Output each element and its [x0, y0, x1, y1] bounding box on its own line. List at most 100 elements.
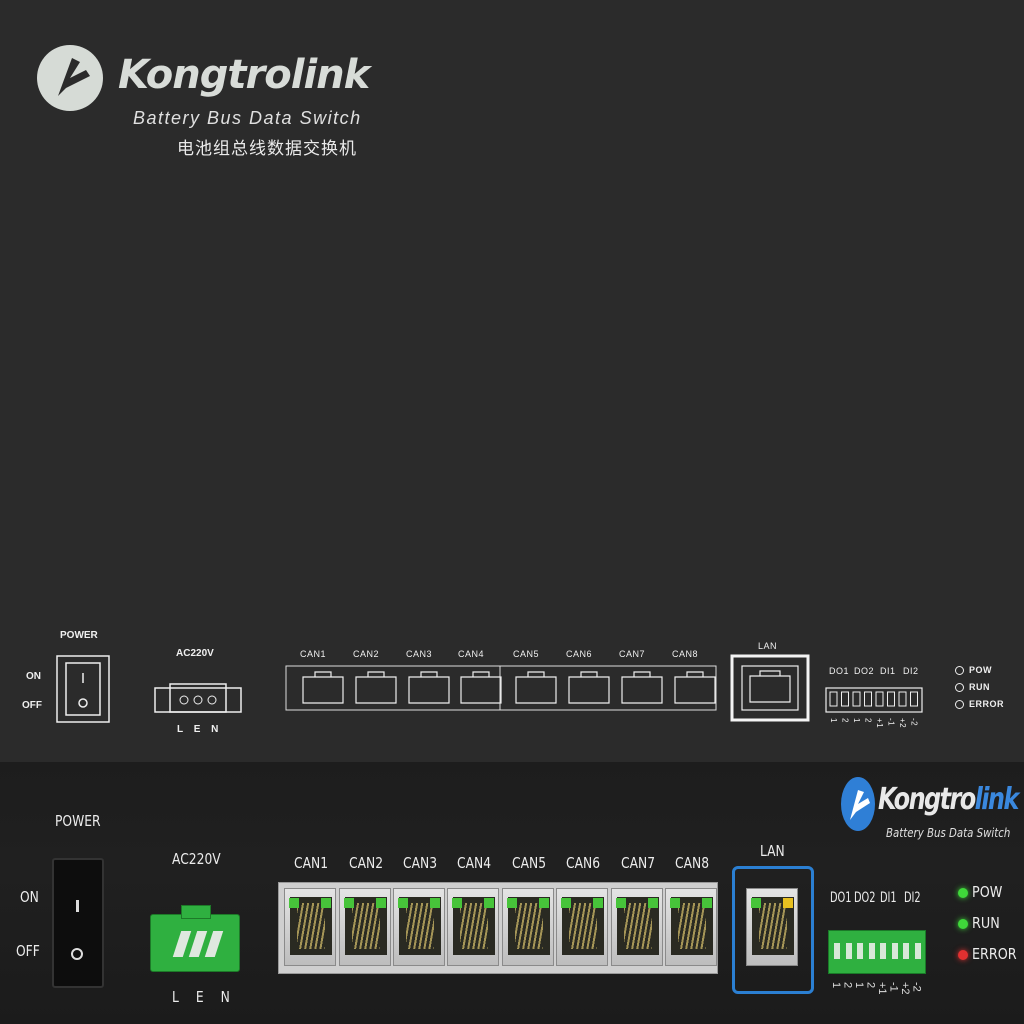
can-outline-label: CAN5	[513, 649, 540, 659]
indicator-outline-icon	[955, 683, 964, 692]
terminal-screw-icon	[204, 931, 224, 957]
can-port-outline-icon	[408, 671, 450, 704]
product-name-en: Battery Bus Data Switch	[133, 108, 362, 128]
io-pin-outline-icon	[910, 691, 918, 707]
photo-can-label: CAN1	[294, 854, 329, 872]
can-outline-label: CAN2	[353, 649, 380, 659]
status-led-icon	[958, 888, 968, 898]
can-port-outline-icon	[302, 671, 344, 704]
switch-on-label: ON	[26, 671, 41, 682]
can-port-outline-icon	[460, 671, 502, 704]
photo-io-pin-label: 2	[864, 982, 877, 989]
io-terminal-screw-icon	[868, 943, 875, 959]
io-pin-outline-icon	[887, 691, 895, 707]
photo-io-pin-label: +2	[899, 982, 911, 995]
can-port-3[interactable]	[393, 888, 445, 966]
kongtrolink-badge-logo-icon	[841, 777, 875, 831]
photo-off-label: OFF	[16, 942, 40, 960]
brand-name: Kongtrolink	[118, 52, 370, 98]
rocker-off-icon	[71, 948, 83, 960]
photo-can-label: CAN2	[349, 854, 384, 872]
photo-io-label: DI2	[904, 890, 921, 906]
ac-terminal-outline-icon	[154, 683, 242, 713]
ac220v-label: AC220V	[176, 648, 214, 659]
can-port-outline-icon	[568, 671, 610, 704]
ac-pins-label: L E N	[177, 724, 223, 735]
photo-io-pin-label: 1	[853, 982, 865, 989]
photo-io-label: DI1	[880, 890, 897, 906]
status-led-label: POW	[972, 883, 1003, 901]
terminal-screw-icon	[188, 931, 208, 957]
io-outline-label: DO2	[854, 666, 875, 676]
io-terminal-screw-icon	[857, 943, 863, 959]
photo-lan-label: LAN	[760, 842, 785, 860]
photo-ac-pins-label: L E N	[172, 988, 237, 1006]
can-outline-label: CAN4	[458, 649, 485, 659]
can-port-outline-icon	[515, 671, 557, 704]
can-ports-outline	[285, 665, 717, 711]
terminal-plug-icon	[181, 905, 211, 919]
photo-brand-badge: Kongtrolink Battery Bus Data Switch	[840, 768, 1020, 848]
power-rocker-switch[interactable]	[52, 858, 104, 988]
status-led-icon	[958, 950, 968, 960]
can-port-outline-icon	[621, 671, 663, 704]
can-outline-label: CAN6	[566, 649, 593, 659]
badge-brand-name: Kongtrolink	[878, 782, 1019, 817]
photo-io-pin-label: -2	[910, 982, 923, 992]
photo-can-label: CAN3	[403, 854, 438, 872]
can-port-6[interactable]	[556, 888, 608, 966]
photo-on-label: ON	[20, 888, 39, 906]
io-terminal-screw-icon	[903, 943, 909, 959]
photo-io-label: DO2	[854, 890, 876, 906]
io-outline-pin-label: 2	[863, 718, 873, 723]
io-outline-pin-label: 1	[829, 718, 838, 723]
io-terminal-screw-icon	[891, 943, 898, 959]
indicator-outline-label: RUN	[969, 682, 990, 692]
photo-ac220v-label: AC220V	[172, 850, 221, 868]
indicator-outline-icon	[955, 700, 964, 709]
panel-line-diagram: POWER ON OFF AC220V L E N CAN1 CAN2 CAN3 CA…	[0, 620, 1024, 760]
can-port-4[interactable]	[447, 888, 499, 966]
io-outline-pin-label: 2	[840, 718, 850, 723]
io-terminal-screw-icon	[834, 943, 840, 959]
io-terminal-screw-icon	[914, 943, 921, 959]
io-pin-outline-icon	[852, 691, 861, 707]
rocker-on-icon	[76, 900, 79, 912]
can-port-7[interactable]	[611, 888, 663, 966]
product-name-cn: 电池组总线数据交换机	[177, 139, 357, 159]
io-terminal-screw-icon	[845, 943, 852, 959]
io-outline-label: DI1	[880, 666, 896, 676]
kongtrolink-logo-icon	[37, 45, 103, 111]
io-outline-pin-label: +1	[875, 718, 884, 729]
io-pin-outline-icon	[864, 691, 872, 707]
io-outline-pin-label: -1	[886, 718, 896, 727]
io-outline-pin-label: 1	[852, 718, 861, 723]
indicator-outline-icon	[955, 666, 964, 675]
indicator-outline-label: ERROR	[969, 699, 1005, 709]
can-port-1[interactable]	[284, 888, 336, 966]
io-outline-pin-label: -2	[909, 718, 919, 727]
status-led-icon	[958, 919, 968, 929]
io-pin-outline-icon	[898, 691, 907, 707]
photo-power-label: POWER	[55, 812, 101, 830]
power-label: POWER	[60, 630, 98, 641]
device-front-panel-photo: POWER ON OFF AC220V L E N CAN1 CAN2 CAN3 CA…	[0, 762, 1024, 1024]
io-pin-outline-icon	[829, 691, 838, 707]
switch-off-label: OFF	[22, 700, 42, 711]
lan-port[interactable]	[746, 888, 798, 966]
can-outline-label: CAN7	[619, 649, 646, 659]
status-led-label: ERROR	[972, 945, 1017, 963]
badge-product-name: Battery Bus Data Switch	[886, 826, 1011, 840]
io-terminal-block[interactable]	[828, 930, 926, 974]
photo-can-label: CAN5	[512, 854, 547, 872]
can-outline-label: CAN8	[672, 649, 699, 659]
can-port-8[interactable]	[665, 888, 717, 966]
can-port-2[interactable]	[339, 888, 391, 966]
photo-io-pin-label: +1	[876, 982, 888, 995]
io-terminal-screw-icon	[880, 943, 886, 959]
photo-io-pin-label: 1	[830, 982, 842, 989]
io-terminal-outline-icon	[825, 687, 923, 713]
can-port-5[interactable]	[502, 888, 554, 966]
ac-power-terminal[interactable]	[150, 905, 240, 972]
photo-io-pin-label: 2	[841, 982, 854, 989]
